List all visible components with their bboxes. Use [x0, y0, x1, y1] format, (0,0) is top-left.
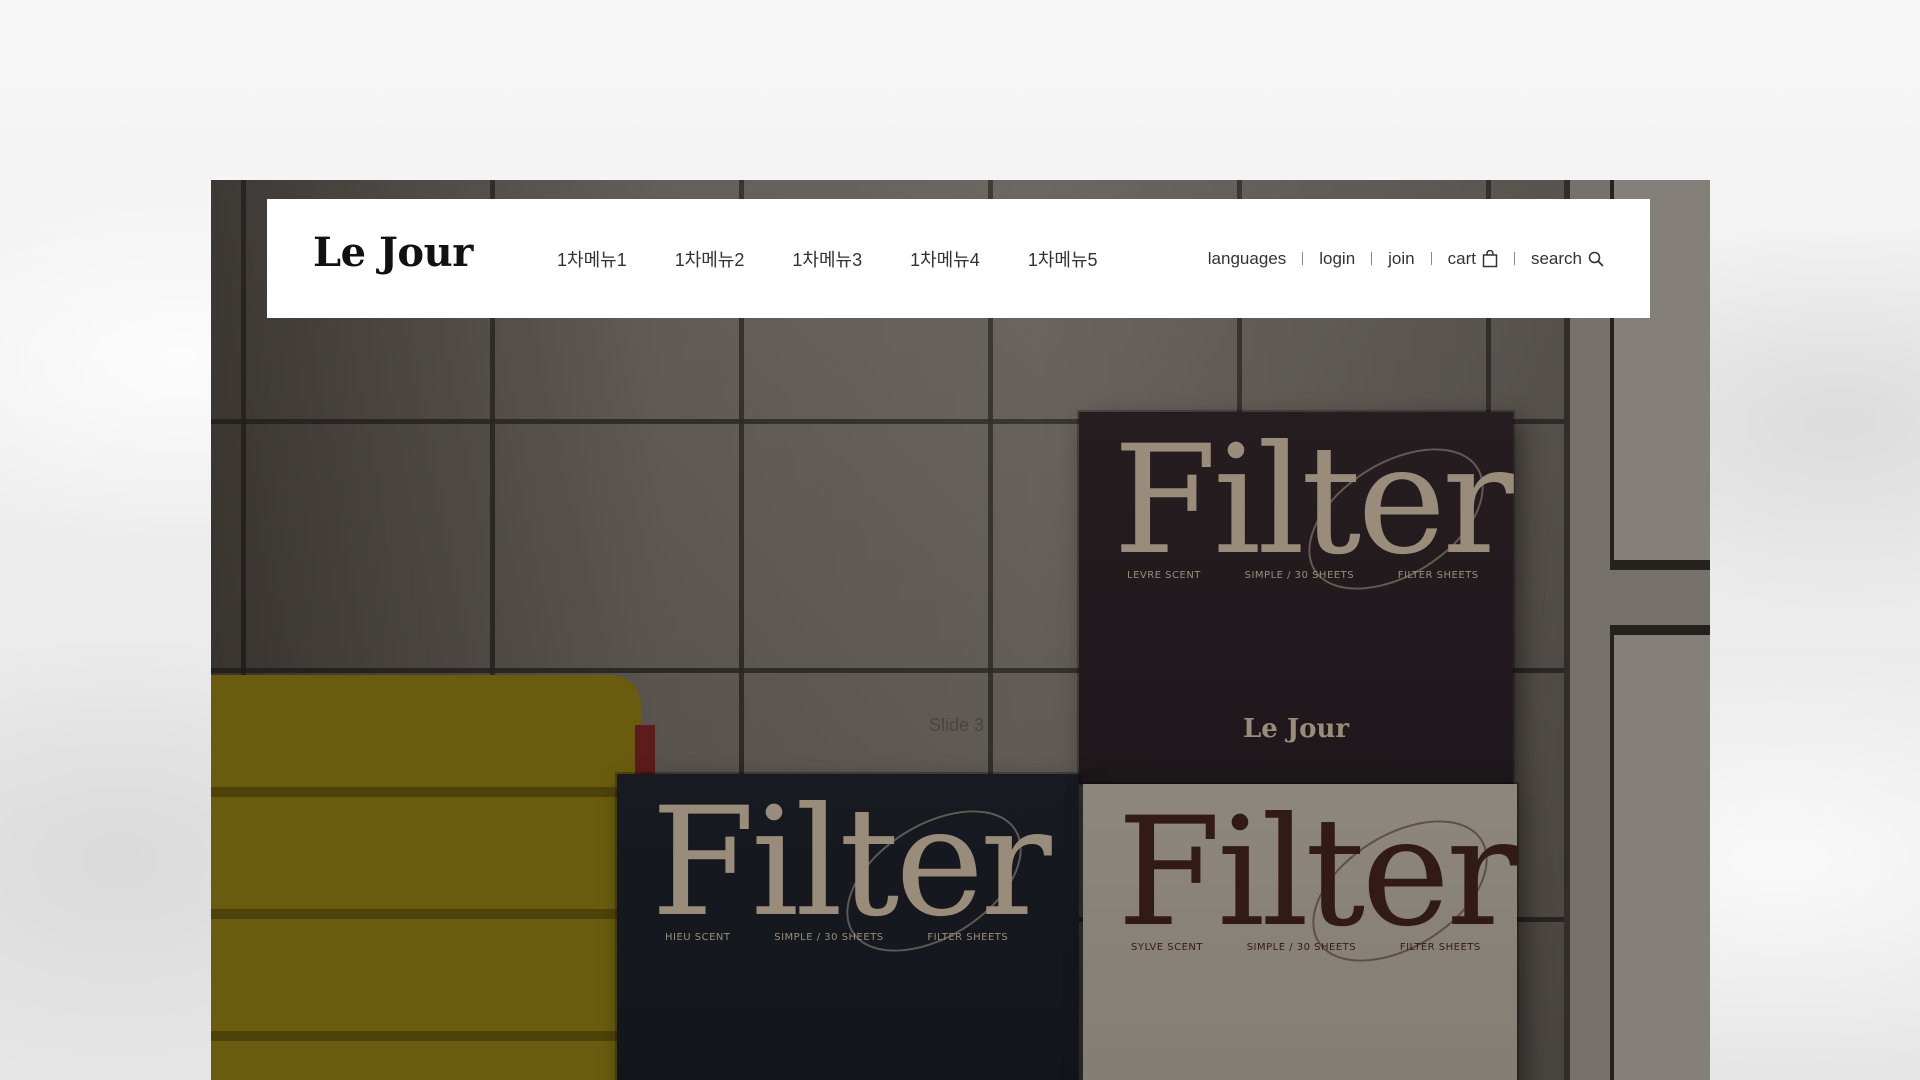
site-logo[interactable]: Le Jour — [313, 229, 473, 277]
languages-label: languages — [1207, 248, 1287, 268]
nav-item-menu-1[interactable]: 1차메뉴1 — [557, 246, 627, 272]
divider — [1430, 252, 1432, 265]
divider — [1302, 252, 1304, 265]
nav-item-menu-2[interactable]: 1차메뉴2 — [675, 246, 745, 272]
nav-item-menu-4[interactable]: 1차메뉴4 — [910, 246, 980, 272]
languages-link[interactable]: languages — [1208, 249, 1286, 269]
slide-label: Slide 3 — [929, 715, 985, 735]
nav-item-menu-5[interactable]: 1차메뉴5 — [1028, 246, 1098, 272]
join-label: join — [1388, 248, 1415, 268]
join-link[interactable]: join — [1388, 249, 1414, 269]
shopping-bag-icon — [1482, 249, 1498, 268]
cart-link[interactable]: cart — [1448, 249, 1498, 269]
utility-nav: languages login join cart search — [1208, 199, 1604, 318]
search-icon — [1588, 251, 1604, 267]
cart-label: cart — [1447, 248, 1476, 268]
divider — [1371, 252, 1373, 265]
main-nav: 1차메뉴1 1차메뉴2 1차메뉴3 1차메뉴4 1차메뉴5 — [557, 199, 1146, 318]
divider — [1513, 252, 1515, 265]
login-link[interactable]: login — [1319, 249, 1355, 269]
site-header: Le Jour 1차메뉴1 1차메뉴2 1차메뉴3 1차메뉴4 1차메뉴5 la… — [267, 199, 1650, 318]
search-label: search — [1530, 248, 1582, 268]
login-label: login — [1319, 248, 1356, 268]
nav-item-menu-3[interactable]: 1차메뉴3 — [792, 246, 862, 272]
search-link[interactable]: search — [1531, 249, 1604, 269]
